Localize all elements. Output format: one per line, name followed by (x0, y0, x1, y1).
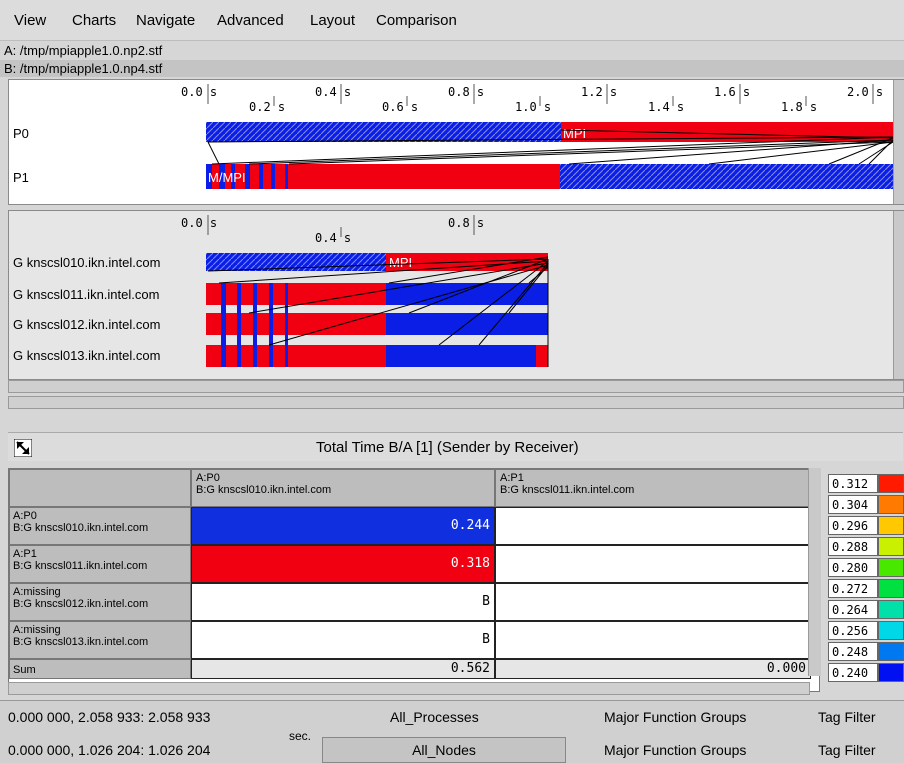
legend-item: 0.272 (828, 579, 904, 600)
legend-swatch (878, 558, 904, 577)
tag-filter-b[interactable]: Tag Filter (818, 742, 876, 758)
legend-item: 0.256 (828, 621, 904, 642)
time-unit: sec. (289, 729, 312, 743)
timeline-hscroll[interactable] (8, 380, 904, 393)
matrix-cell[interactable]: B (191, 583, 495, 621)
timeline-b-panel: MPI 0.0 s 0.8 s 0.4 s G knscsl010.ikn.in… (8, 210, 904, 380)
matrix-cell[interactable]: B (191, 621, 495, 659)
menu-advanced[interactable]: Advanced (217, 12, 284, 29)
menu-comparison[interactable]: Comparison (376, 12, 457, 29)
svg-text:MPI: MPI (389, 255, 412, 270)
legend-swatch (878, 579, 904, 598)
matrix-table: A:P0 B:G knscsl010.ikn.intel.com A:P1 B:G … (8, 468, 820, 692)
matrix-cell[interactable] (495, 507, 811, 545)
legend-item: 0.264 (828, 600, 904, 621)
matrix-corner (9, 469, 191, 507)
file-a-path: A: /tmp/mpiapple1.0.np2.stf (4, 43, 163, 58)
row-label-node: G knscsl010.ikn.intel.com (13, 255, 161, 270)
row-header[interactable]: A:P1 B:G knscsl011.ikn.intel.com (9, 545, 191, 583)
legend-swatch (878, 600, 904, 619)
legend-item: 0.240 (828, 663, 904, 684)
ruler-a-tick-label: 1.8 s (781, 100, 818, 114)
legend-item: 0.312 (828, 474, 904, 495)
timeline-a-vscroll[interactable] (893, 80, 904, 204)
row-header[interactable]: A:missing B:G knscsl013.ikn.intel.com (9, 621, 191, 659)
legend-swatch (878, 642, 904, 661)
function-group-a[interactable]: Major Function Groups (604, 709, 746, 725)
menu-navigate[interactable]: Navigate (136, 12, 195, 29)
legend-swatch (878, 516, 904, 535)
legend-item: 0.280 (828, 558, 904, 579)
matrix-cell[interactable] (495, 621, 811, 659)
process-filter[interactable]: All_Processes (390, 709, 479, 725)
matrix-cell[interactable] (495, 583, 811, 621)
timeline-hscroll[interactable] (8, 396, 904, 409)
matrix-title-bar: Total Time B/A [1] (Sender by Receiver) (8, 432, 903, 461)
legend-item: 0.296 (828, 516, 904, 537)
matrix-hscroll[interactable] (8, 682, 810, 695)
row-header[interactable]: A:missing B:G knscsl012.ikn.intel.com (9, 583, 191, 621)
ruler-a-tick-label: 0.2 s (249, 100, 286, 114)
legend-swatch (878, 663, 904, 682)
row-label-p0: P0 (13, 126, 29, 141)
legend-swatch (878, 474, 904, 493)
ruler-a-tick-label: 1.2 s (581, 85, 618, 99)
status-bar: 0.000 000, 2.058 933: 2.058 933 0.000 00… (0, 700, 904, 763)
ruler-a-tick-label: 1.6 s (714, 85, 751, 99)
ruler-a-tick-label: 0.0 s (181, 85, 218, 99)
legend-item: 0.288 (828, 537, 904, 558)
ruler-a-tick-label: 2.0 s (847, 85, 884, 99)
tag-filter-a[interactable]: Tag Filter (818, 709, 876, 725)
timeline-a-panel: MPI M/MPI 0.0 s 0.4 s 0.8 s 1.2 s 1.6 s … (8, 79, 904, 205)
svg-text:MPI: MPI (563, 126, 586, 141)
ruler-a-tick-label: 0.8 s (448, 85, 485, 99)
row-label-node: G knscsl013.ikn.intel.com (13, 348, 161, 363)
menu-layout[interactable]: Layout (310, 12, 355, 29)
ruler-b-tick-label: 0.8 s (448, 216, 485, 230)
function-group-b[interactable]: Major Function Groups (604, 742, 746, 758)
column-header[interactable]: A:P0 B:G knscsl010.ikn.intel.com (191, 469, 495, 507)
row-header-sum: Sum (9, 659, 191, 679)
time-range-a: 0.000 000, 2.058 933: 2.058 933 (8, 709, 211, 725)
matrix-cell[interactable]: 0.244 (191, 507, 495, 545)
menu-charts[interactable]: Charts (72, 12, 116, 29)
legend-item: 0.304 (828, 495, 904, 516)
time-range-b: 0.000 000, 1.026 204: 1.026 204 (8, 742, 211, 758)
matrix-vscroll[interactable] (808, 468, 821, 676)
ruler-b-tick-label: 0.4 s (315, 231, 352, 245)
matrix-sum-cell: 0.000 (495, 659, 811, 679)
row-label-p1: P1 (13, 170, 29, 185)
column-header[interactable]: A:P1 B:G knscsl011.ikn.intel.com (495, 469, 811, 507)
legend-swatch (878, 495, 904, 514)
svg-text:M/MPI: M/MPI (208, 170, 246, 185)
node-filter-button[interactable]: All_Nodes (322, 737, 566, 763)
matrix-cell[interactable] (495, 545, 811, 583)
legend-swatch (878, 621, 904, 640)
ruler-a-tick-label: 1.0 s (515, 100, 552, 114)
row-header[interactable]: A:P0 B:G knscsl010.ikn.intel.com (9, 507, 191, 545)
ruler-a-tick-label: 0.4 s (315, 85, 352, 99)
matrix-cell[interactable]: 0.318 (191, 545, 495, 583)
ruler-a-tick-label: 1.4 s (648, 100, 685, 114)
ruler-a-tick-label: 0.6 s (382, 100, 419, 114)
row-label-node: G knscsl011.ikn.intel.com (13, 287, 160, 302)
menu-view[interactable]: View (14, 12, 46, 29)
timeline-b-vscroll[interactable] (893, 211, 904, 379)
legend-swatch (878, 537, 904, 556)
resize-corner-icon[interactable] (14, 439, 32, 457)
matrix-sum-cell: 0.562 (191, 659, 495, 679)
legend-item: 0.248 (828, 642, 904, 663)
file-b-path: B: /tmp/mpiapple1.0.np4.stf (4, 61, 163, 76)
matrix-title: Total Time B/A [1] (Sender by Receiver) (316, 439, 579, 456)
row-label-node: G knscsl012.ikn.intel.com (13, 317, 161, 332)
menu-bar: View Charts Navigate Advanced Layout Com… (0, 0, 904, 41)
ruler-b-tick-label: 0.0 s (181, 216, 218, 230)
